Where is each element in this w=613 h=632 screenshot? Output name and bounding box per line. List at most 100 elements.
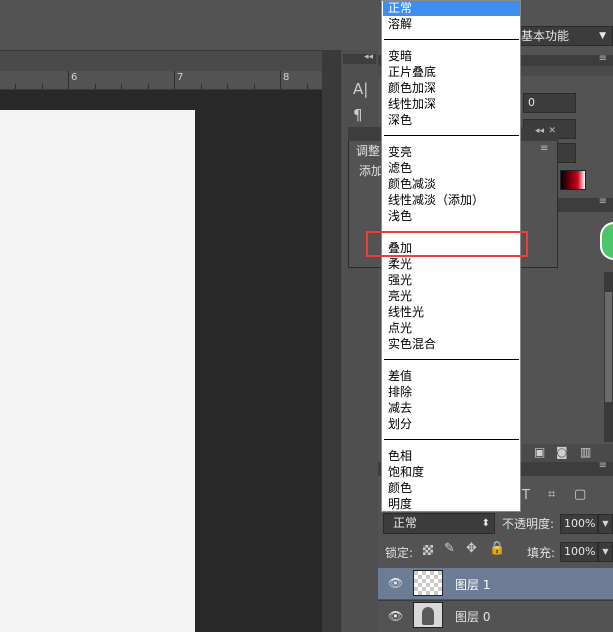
- dropdown-option[interactable]: 饱和度: [388, 464, 424, 480]
- lock-position-move-icon[interactable]: ✥: [466, 541, 477, 556]
- color-swatch[interactable]: [560, 170, 586, 190]
- chevron-down-icon: ▼: [599, 31, 606, 41]
- ruler-major-tick: [68, 71, 69, 89]
- ruler-minor-tick: [121, 84, 122, 89]
- panel-menu-icon[interactable]: ≡: [599, 53, 607, 64]
- panel-strip-header: ◂◂: [343, 52, 376, 64]
- ruler-minor-tick: [227, 84, 228, 89]
- dropdown-option[interactable]: 颜色加深: [388, 80, 436, 96]
- ruler-minor-tick: [254, 84, 255, 89]
- close-icon[interactable]: ✕: [548, 126, 556, 136]
- type-filter-icon[interactable]: T: [522, 488, 530, 503]
- panel-scrollbar[interactable]: [604, 272, 613, 442]
- ruler-label: 7: [177, 72, 184, 83]
- camera-icon[interactable]: ◙: [556, 445, 568, 459]
- shape-filter-icon[interactable]: ⌗: [548, 487, 555, 502]
- document-tab-strip: [0, 51, 340, 71]
- ruler-minor-tick: [42, 84, 43, 89]
- panel-menu-icon[interactable]: ≡: [599, 460, 607, 471]
- workspace-label: 基本功能: [521, 29, 570, 43]
- smart-object-filter-icon[interactable]: ▢: [574, 487, 586, 502]
- dropdown-option[interactable]: 溶解: [388, 16, 412, 32]
- horizontal-ruler: 6 7 8: [0, 71, 322, 90]
- dropdown-option[interactable]: 深色: [388, 112, 412, 128]
- ruler-label: 6: [71, 72, 78, 83]
- layer-thumbnail: [413, 570, 443, 596]
- panel-scrollbar-thumb[interactable]: [605, 292, 612, 402]
- dropdown-option[interactable]: 实色混合: [388, 336, 436, 352]
- dropdown-separator: [384, 359, 519, 360]
- dropdown-option[interactable]: 排除: [388, 384, 412, 400]
- dropdown-option[interactable]: 强光: [388, 272, 412, 288]
- dropdown-option[interactable]: 正片叠底: [388, 64, 436, 80]
- dropdown-option[interactable]: 颜色: [388, 480, 412, 496]
- ruler-minor-tick: [307, 84, 308, 89]
- fill-input[interactable]: 100%: [560, 542, 598, 562]
- ruler-minor-tick: [15, 84, 16, 89]
- fill-value: 100%: [564, 545, 596, 558]
- opacity-value: 100%: [564, 517, 596, 530]
- dropdown-option[interactable]: 线性减淡（添加）: [388, 192, 484, 208]
- dropdown-option[interactable]: 减去: [388, 400, 412, 416]
- person-image: [422, 607, 434, 625]
- dropdown-option[interactable]: 变暗: [388, 48, 412, 64]
- lock-label: 锁定:: [385, 546, 414, 560]
- opacity-label: 不透明度:: [502, 517, 555, 531]
- dropdown-option[interactable]: 正常: [388, 1, 412, 16]
- dropdown-option[interactable]: 滤色: [388, 160, 412, 176]
- dropdown-option[interactable]: 亮光: [388, 288, 412, 304]
- dropdown-option[interactable]: 线性光: [388, 304, 424, 320]
- lock-transparent-icon[interactable]: [423, 545, 433, 555]
- highlight-box: [366, 231, 528, 257]
- dropdown-option[interactable]: 划分: [388, 416, 412, 432]
- panel-menu-icon[interactable]: ≡: [599, 196, 607, 207]
- dropdown-option[interactable]: 线性加深: [388, 96, 436, 112]
- document-canvas[interactable]: [0, 110, 195, 632]
- panel-menu-icon[interactable]: ≡: [540, 143, 548, 154]
- blend-mode-value: 正常: [393, 516, 418, 530]
- ruler-major-tick: [174, 71, 175, 89]
- dropdown-option[interactable]: 色相: [388, 448, 412, 464]
- eye-icon[interactable]: 👁: [388, 609, 403, 623]
- lock-all-icon[interactable]: 🔒: [489, 541, 505, 556]
- adjustments-tab[interactable]: 调整: [356, 142, 380, 159]
- ruler-major-tick: [280, 71, 281, 89]
- dropdown-option[interactable]: 差值: [388, 368, 412, 384]
- dropdown-option[interactable]: 点光: [388, 320, 412, 336]
- property-field[interactable]: 0: [523, 93, 576, 113]
- ruler-minor-tick: [148, 84, 149, 89]
- fill-label: 填充:: [527, 546, 556, 560]
- layer-name[interactable]: 图层 0: [455, 608, 490, 625]
- dropdown-option[interactable]: 柔光: [388, 256, 412, 272]
- dropdown-separator: [384, 439, 519, 440]
- trash-icon[interactable]: ▥: [580, 445, 591, 459]
- layer-name[interactable]: 图层 1: [455, 576, 490, 593]
- dropdown-separator: [384, 39, 519, 40]
- character-panel-icon[interactable]: A|: [353, 80, 368, 98]
- opacity-input[interactable]: 100%: [560, 514, 598, 534]
- dropdown-option[interactable]: 颜色减淡: [388, 176, 436, 192]
- new-item-icon[interactable]: ▣: [534, 445, 545, 459]
- property-field-value: 0: [528, 96, 535, 109]
- blend-mode-select[interactable]: 正常 ⬍: [383, 513, 495, 534]
- collapse-icon[interactable]: ◂◂: [535, 126, 544, 136]
- dropdown-separator: [384, 135, 519, 136]
- opacity-dropdown-button[interactable]: ▼: [598, 514, 613, 534]
- green-badge[interactable]: [600, 222, 613, 260]
- ruler-minor-tick: [95, 84, 96, 89]
- ruler-minor-tick: [201, 84, 202, 89]
- workspace-switcher[interactable]: 基本功能 ▼: [514, 26, 613, 46]
- collapse-icon[interactable]: ◂◂: [364, 52, 373, 62]
- eye-icon[interactable]: 👁: [388, 576, 403, 590]
- dropdown-option[interactable]: 明度: [388, 496, 412, 511]
- layer-thumbnail: [413, 602, 443, 628]
- lock-pixels-brush-icon[interactable]: ✎: [444, 541, 455, 556]
- fill-dropdown-button[interactable]: ▼: [598, 542, 613, 562]
- vertical-scrollbar[interactable]: [322, 50, 340, 632]
- dropdown-option[interactable]: 浅色: [388, 208, 412, 224]
- adjustments-add-label: 添加: [359, 164, 384, 178]
- ruler-label: 8: [283, 72, 290, 83]
- chevron-updown-icon: ⬍: [481, 518, 490, 529]
- dropdown-option[interactable]: 变亮: [388, 144, 412, 160]
- paragraph-panel-icon[interactable]: ¶: [353, 106, 363, 124]
